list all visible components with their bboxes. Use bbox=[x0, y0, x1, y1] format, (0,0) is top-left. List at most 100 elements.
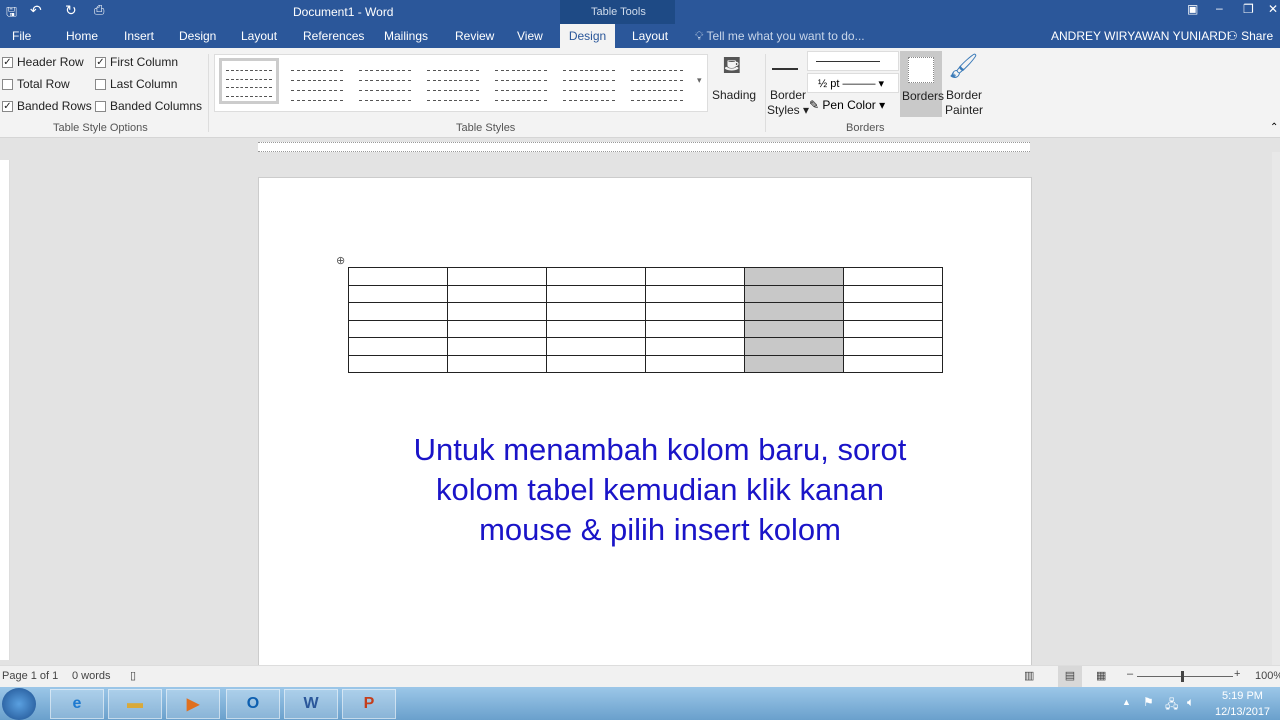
total-row-checkbox[interactable]: Total Row bbox=[2, 77, 70, 91]
table-cell[interactable] bbox=[645, 284, 745, 303]
minimize-button[interactable]: – bbox=[1216, 1, 1223, 15]
table-cell[interactable] bbox=[348, 302, 448, 321]
gallery-more-icon[interactable]: ▾ bbox=[697, 75, 702, 86]
table-cell[interactable] bbox=[546, 337, 646, 356]
word-icon[interactable]: W bbox=[284, 689, 338, 719]
print-preview-icon[interactable]: ⎙ bbox=[94, 2, 104, 18]
proofing-icon[interactable]: ▯ bbox=[130, 669, 136, 682]
tab-review[interactable]: Review bbox=[455, 29, 494, 43]
table-style-3[interactable] bbox=[355, 61, 415, 107]
table-style-6[interactable] bbox=[559, 61, 619, 107]
table-cell[interactable] bbox=[645, 337, 745, 356]
shading-button[interactable]: Shading bbox=[712, 88, 756, 103]
table-cell[interactable] bbox=[546, 267, 646, 286]
border-painter-button[interactable]: Border Painter bbox=[945, 88, 983, 118]
close-button[interactable]: ✕ bbox=[1268, 2, 1278, 16]
volume-icon[interactable]: 🔈︎ bbox=[1187, 695, 1194, 710]
table-cell-selected[interactable] bbox=[744, 319, 844, 338]
tab-design[interactable]: Design bbox=[179, 29, 216, 43]
table-cell[interactable] bbox=[447, 302, 547, 321]
table-cell[interactable] bbox=[348, 354, 448, 373]
table-cell[interactable] bbox=[843, 284, 943, 303]
table-style-4[interactable] bbox=[423, 61, 483, 107]
user-name[interactable]: ANDREY WIRYAWAN YUNIARDI bbox=[1051, 29, 1230, 43]
tab-table-layout[interactable]: Layout bbox=[632, 29, 668, 43]
table-cell[interactable] bbox=[447, 319, 547, 338]
table-cell[interactable] bbox=[645, 354, 745, 373]
table-cell[interactable] bbox=[843, 354, 943, 373]
clock-time[interactable]: 5:19 PM bbox=[1222, 690, 1263, 702]
tray-expand-icon[interactable]: ▲ bbox=[1122, 697, 1131, 707]
read-mode-icon[interactable]: ▥ bbox=[1024, 669, 1034, 682]
tab-file[interactable]: File bbox=[12, 29, 31, 43]
table-cell[interactable] bbox=[447, 267, 547, 286]
tell-me-search[interactable]: 💡︎ Tell me what you want to do... bbox=[695, 29, 865, 44]
network-icon[interactable]: 🖧︎ bbox=[1165, 695, 1178, 716]
table-cell[interactable] bbox=[447, 337, 547, 356]
zoom-slider[interactable] bbox=[1137, 671, 1233, 682]
document-page[interactable] bbox=[258, 177, 1032, 667]
line-style-dropdown[interactable] bbox=[807, 51, 899, 71]
pen-color-button[interactable]: ✎ Pen Color ▾ bbox=[809, 98, 885, 112]
tab-insert[interactable]: Insert bbox=[124, 29, 154, 43]
table-style-5[interactable] bbox=[491, 61, 551, 107]
table-cell[interactable] bbox=[645, 319, 745, 338]
table-cell[interactable] bbox=[447, 354, 547, 373]
tab-table-design[interactable]: Design bbox=[560, 24, 615, 48]
document-table[interactable] bbox=[348, 267, 943, 373]
share-button[interactable]: ⚇ Share bbox=[1227, 29, 1273, 43]
table-cell[interactable] bbox=[843, 302, 943, 321]
web-layout-icon[interactable]: ▦ bbox=[1096, 669, 1106, 682]
table-cell[interactable] bbox=[645, 302, 745, 321]
table-cell-selected[interactable] bbox=[744, 337, 844, 356]
table-style-2[interactable] bbox=[287, 61, 347, 107]
tab-layout[interactable]: Layout bbox=[241, 29, 277, 43]
table-cell[interactable] bbox=[348, 284, 448, 303]
table-style-7[interactable] bbox=[627, 61, 687, 107]
table-cell[interactable] bbox=[546, 319, 646, 338]
line-weight-dropdown[interactable]: ½ pt ——— ▾ bbox=[807, 73, 899, 93]
banded-rows-checkbox[interactable]: ✓ Banded Rows bbox=[2, 99, 92, 113]
collapse-ribbon-icon[interactable]: ⌃ bbox=[1270, 122, 1278, 133]
table-cell[interactable] bbox=[546, 284, 646, 303]
table-cell-selected[interactable] bbox=[744, 302, 844, 321]
word-count[interactable]: 0 words bbox=[72, 670, 111, 682]
vertical-ruler[interactable] bbox=[0, 160, 10, 660]
header-row-checkbox[interactable]: ✓ Header Row bbox=[2, 55, 84, 69]
banded-columns-checkbox[interactable]: Banded Columns bbox=[95, 99, 202, 113]
vertical-scrollbar[interactable] bbox=[1272, 152, 1280, 665]
table-cell[interactable] bbox=[546, 354, 646, 373]
zoom-in-button[interactable]: + bbox=[1234, 668, 1240, 680]
tab-references[interactable]: References bbox=[303, 29, 364, 43]
table-cell-selected[interactable] bbox=[744, 267, 844, 286]
media-player-icon[interactable]: ▶ bbox=[166, 689, 220, 719]
table-cell[interactable] bbox=[546, 302, 646, 321]
tab-view[interactable]: View bbox=[517, 29, 543, 43]
first-column-checkbox[interactable]: ✓ First Column bbox=[95, 55, 178, 69]
tab-home[interactable]: Home bbox=[66, 29, 98, 43]
borders-button[interactable]: Borders bbox=[900, 51, 944, 117]
page-count[interactable]: Page 1 of 1 bbox=[2, 670, 58, 682]
zoom-out-button[interactable]: – bbox=[1127, 668, 1133, 680]
table-cell[interactable] bbox=[843, 319, 943, 338]
table-cell[interactable] bbox=[843, 267, 943, 286]
outlook-icon[interactable]: O bbox=[226, 689, 280, 719]
action-center-icon[interactable]: ⚑ bbox=[1143, 695, 1154, 709]
table-cell[interactable] bbox=[645, 267, 745, 286]
horizontal-ruler[interactable] bbox=[0, 140, 1280, 154]
table-cell[interactable] bbox=[843, 337, 943, 356]
start-button[interactable] bbox=[2, 688, 36, 720]
undo-icon[interactable]: ↶ bbox=[30, 2, 42, 19]
table-cell[interactable] bbox=[348, 337, 448, 356]
border-styles-button[interactable]: Border Styles ▾ bbox=[767, 88, 809, 118]
table-move-handle-icon[interactable]: ⊕ bbox=[336, 254, 345, 267]
redo-icon[interactable]: ↻ bbox=[65, 2, 77, 19]
ribbon-display-icon[interactable]: ▣ bbox=[1187, 2, 1198, 16]
table-cell-selected[interactable] bbox=[744, 354, 844, 373]
internet-explorer-icon[interactable]: e bbox=[50, 689, 104, 719]
tab-mailings[interactable]: Mailings bbox=[384, 29, 428, 43]
table-cell[interactable] bbox=[447, 284, 547, 303]
restore-button[interactable]: ❐ bbox=[1243, 2, 1254, 16]
save-icon[interactable]: 🖫 bbox=[6, 3, 17, 25]
table-style-grid[interactable] bbox=[219, 58, 279, 104]
